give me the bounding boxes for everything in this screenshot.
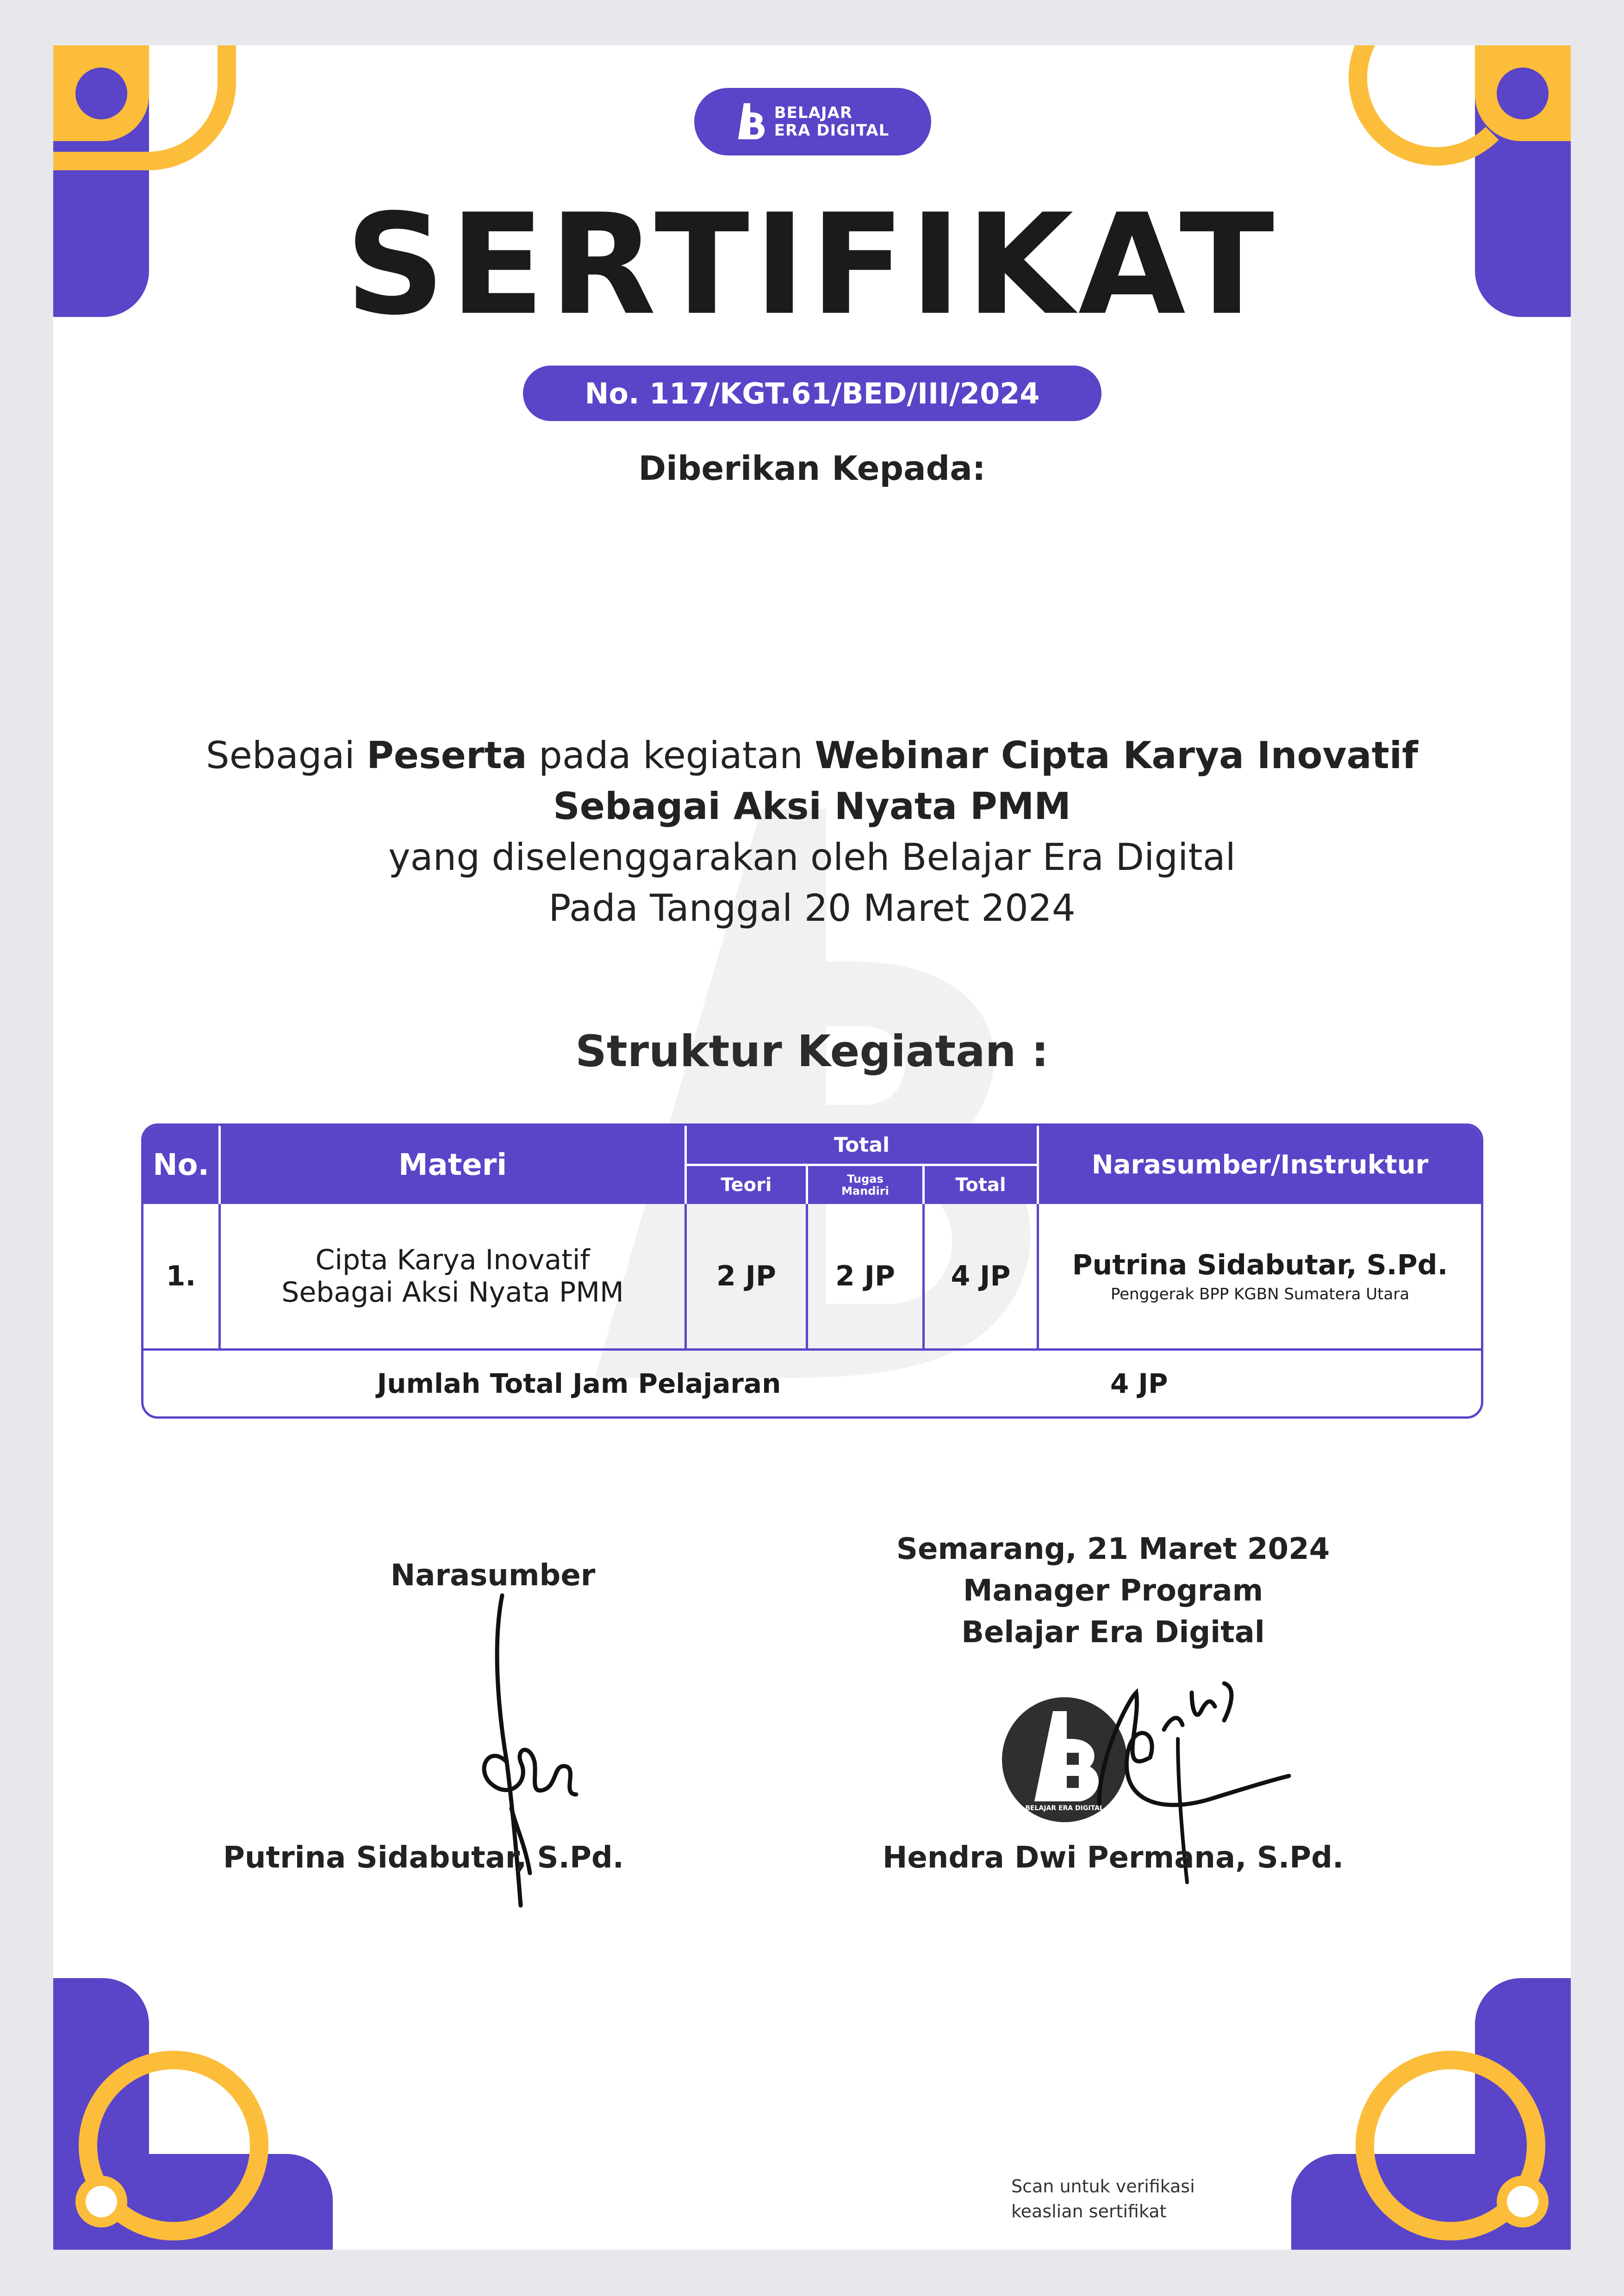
activity-table: No. Materi Total Narasumber/Instruktur T… — [141, 1123, 1483, 1419]
certificate-number: No. 117/KGT.61/BED/III/2024 — [523, 366, 1101, 421]
header-total: Total — [925, 1164, 1039, 1204]
table-row: 1. Cipta Karya Inovatif Sebagai Aksi Nya… — [143, 1204, 1481, 1348]
corner-dot-top-right — [1497, 68, 1549, 119]
signature-name-right: Hendra Dwi Permana, S.Pd. — [882, 1841, 1344, 1875]
header-tugas-mandiri: Tugas Mandiri — [808, 1164, 925, 1204]
header-total-group: Total — [687, 1126, 1039, 1164]
certificate-page: BELAJAR ERA DIGITAL SERTIFIKAT No. 117/K… — [53, 45, 1571, 2250]
brand-name: BELAJAR ERA DIGITAL — [774, 104, 890, 140]
header-teori: Teori — [687, 1164, 808, 1204]
signature-name-left: Putrina Sidabutar, S.Pd. — [223, 1841, 624, 1875]
corner-dot-inner-bottom-left — [86, 2186, 117, 2217]
verification-note: Scan untuk verifikasi keaslian sertifika… — [1011, 2176, 1195, 2222]
row-narasumber: Putrina Sidabutar, S.Pd. Penggerak BPP K… — [1072, 1249, 1448, 1303]
header-narasumber: Narasumber/Instruktur — [1039, 1126, 1481, 1204]
signature-block-right: Semarang, 21 Maret 2024 Manager Program … — [896, 1532, 1330, 1650]
table-total-row: Jumlah Total Jam Pelajaran 4 JP — [143, 1348, 1481, 1416]
header-materi: Materi — [221, 1126, 687, 1204]
header-no: No. — [143, 1126, 221, 1204]
row-materi: Cipta Karya Inovatif Sebagai Aksi Nyata … — [221, 1204, 687, 1348]
row-tugas: 2 JP — [808, 1204, 925, 1348]
row-teori: 2 JP — [687, 1204, 808, 1348]
row-total: 4 JP — [925, 1204, 1039, 1348]
structure-title: Struktur Kegiatan : — [575, 1026, 1049, 1077]
total-jam-pelajaran: Jumlah Total Jam Pelajaran 4 JP — [143, 1348, 1481, 1416]
certificate-description: Sebagai Peserta pada kegiatan Webinar Ci… — [205, 734, 1419, 930]
brand-b-icon — [738, 103, 765, 139]
given-to-label: Diberikan Kepada: — [638, 449, 986, 488]
corner-dot-top-left — [75, 68, 127, 119]
brand-logo: BELAJAR ERA DIGITAL — [694, 88, 931, 155]
certificate-title: SERTIFIKAT — [345, 184, 1279, 346]
row-no: 1. — [143, 1204, 221, 1348]
corner-dot-inner-bottom-right — [1507, 2186, 1538, 2217]
